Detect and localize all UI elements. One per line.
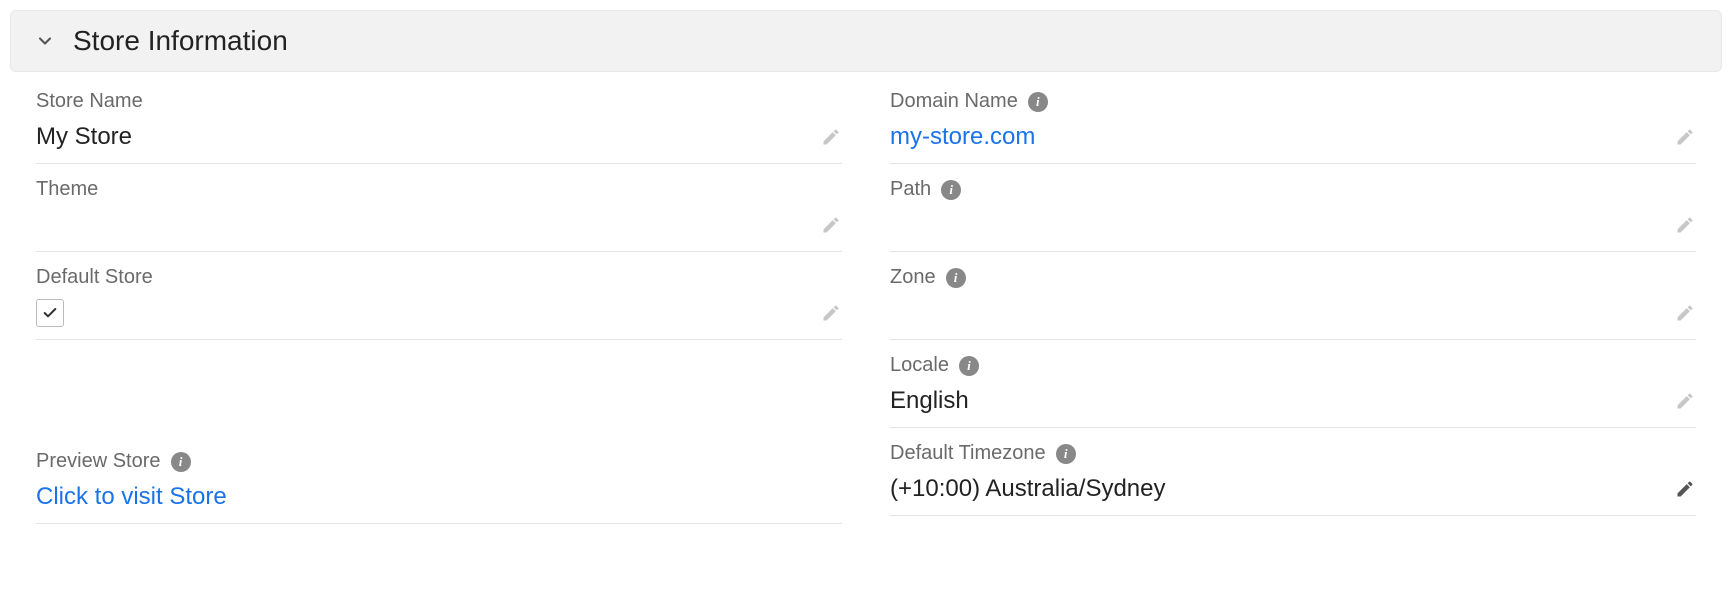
pencil-icon[interactable] xyxy=(1674,214,1696,236)
info-icon[interactable]: i xyxy=(959,356,979,376)
info-icon[interactable]: i xyxy=(941,180,961,200)
checkbox-default-store[interactable] xyxy=(36,299,64,327)
pencil-icon[interactable] xyxy=(1674,478,1696,500)
pencil-icon[interactable] xyxy=(1674,302,1696,324)
label-zone: Zone xyxy=(890,266,936,289)
label-domain-name: Domain Name xyxy=(890,90,1018,113)
value-default-timezone: (+10:00) Australia/Sydney xyxy=(890,475,1166,503)
left-column: Store Name My Store Theme Defau xyxy=(36,90,842,524)
value-store-name: My Store xyxy=(36,123,132,151)
pencil-icon[interactable] xyxy=(820,214,842,236)
info-icon[interactable]: i xyxy=(1028,92,1048,112)
info-icon[interactable]: i xyxy=(946,268,966,288)
field-domain-name: Domain Name i my-store.com xyxy=(890,90,1696,164)
field-default-timezone: Default Timezone i (+10:00) Australia/Sy… xyxy=(890,442,1696,516)
pencil-icon[interactable] xyxy=(1674,126,1696,148)
label-path: Path xyxy=(890,178,931,201)
field-theme: Theme xyxy=(36,178,842,252)
link-preview-store[interactable]: Click to visit Store xyxy=(36,483,227,511)
chevron-down-icon xyxy=(35,31,55,51)
value-domain-name[interactable]: my-store.com xyxy=(890,123,1035,151)
label-store-name: Store Name xyxy=(36,90,143,113)
label-preview-store: Preview Store xyxy=(36,450,161,473)
label-default-store: Default Store xyxy=(36,266,153,289)
section-title: Store Information xyxy=(73,25,288,57)
label-theme: Theme xyxy=(36,178,98,201)
value-locale: English xyxy=(890,387,969,415)
field-preview-store: Preview Store i Click to visit Store xyxy=(36,450,842,524)
field-zone: Zone i xyxy=(890,266,1696,340)
label-default-timezone: Default Timezone xyxy=(890,442,1046,465)
pencil-icon[interactable] xyxy=(1674,390,1696,412)
content-grid: Store Name My Store Theme Defau xyxy=(0,72,1732,524)
info-icon[interactable]: i xyxy=(171,452,191,472)
right-column: Domain Name i my-store.com Path i xyxy=(890,90,1696,524)
pencil-icon[interactable] xyxy=(820,126,842,148)
section-header[interactable]: Store Information xyxy=(10,10,1722,72)
info-icon[interactable]: i xyxy=(1056,444,1076,464)
label-locale: Locale xyxy=(890,354,949,377)
pencil-icon[interactable] xyxy=(820,302,842,324)
field-default-store: Default Store xyxy=(36,266,842,340)
field-store-name: Store Name My Store xyxy=(36,90,842,164)
field-locale: Locale i English xyxy=(890,354,1696,428)
field-path: Path i xyxy=(890,178,1696,252)
